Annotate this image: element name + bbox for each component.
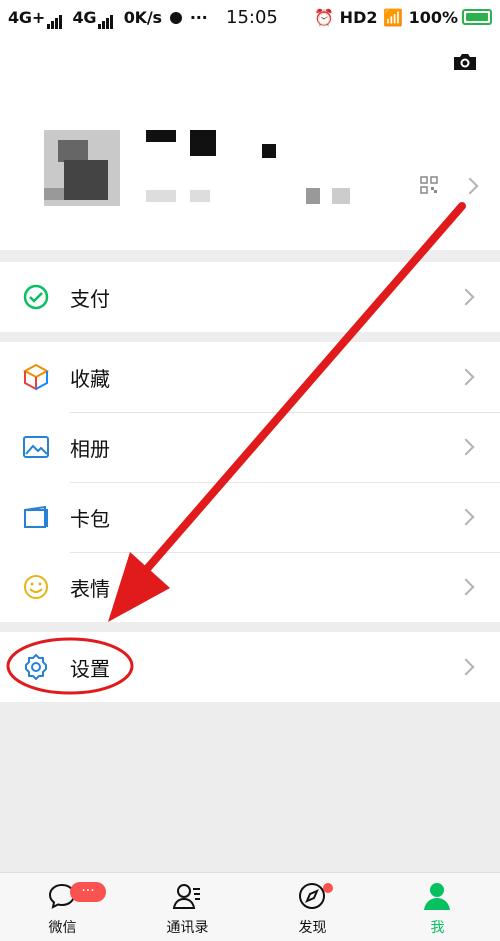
- pay-icon: [23, 284, 49, 310]
- chevron-right-icon: [457, 508, 475, 526]
- moon-icon: [169, 12, 182, 24]
- battery-icon: [462, 9, 492, 25]
- menu-item-label: 设置: [70, 657, 110, 681]
- album-icon: [23, 436, 49, 458]
- chevron-right-icon: [457, 368, 475, 386]
- network-type-1: 4G+: [8, 8, 46, 27]
- menu-item-label: 表情: [70, 577, 110, 601]
- favorites-cube-icon: [22, 363, 50, 391]
- menu-item-pay[interactable]: 支付: [0, 262, 500, 332]
- settings-group: 设置: [0, 632, 500, 702]
- signal-icon-1: [47, 10, 63, 29]
- clock: 15:05: [226, 7, 278, 28]
- tab-label: 通讯录: [166, 920, 209, 936]
- profile-chevron-icon[interactable]: [461, 177, 479, 195]
- more-dots: ···: [189, 8, 208, 27]
- bottom-tab-bar: ··· 微信 通讯录 发现 我: [0, 872, 500, 941]
- person-icon: [424, 883, 450, 910]
- network-type-2: 4G: [72, 8, 97, 27]
- menu-item-cards[interactable]: 卡包: [0, 482, 500, 552]
- notification-dot: [323, 883, 333, 893]
- contacts-icon: [172, 884, 200, 909]
- status-left: 4G+ 4G 0K/s ···: [8, 8, 208, 29]
- alarm-icon: ⏰: [314, 8, 335, 27]
- menu-item-label: 相册: [70, 437, 110, 461]
- status-bar: 4G+ 4G 0K/s ··· 15:05 ⏰ HD2 📶 100%: [0, 0, 500, 34]
- card-wallet-icon: [24, 505, 48, 528]
- tab-label: 微信: [48, 920, 77, 936]
- camera-icon[interactable]: [452, 52, 478, 72]
- tab-chats[interactable]: ··· 微信: [0, 873, 125, 941]
- battery-level: 100%: [408, 8, 458, 27]
- menu-item-album[interactable]: 相册: [0, 412, 500, 482]
- tab-label: 发现: [298, 920, 327, 936]
- tab-discover[interactable]: 发现: [250, 873, 375, 941]
- smiley-icon: [24, 575, 48, 599]
- avatar[interactable]: [44, 130, 120, 206]
- chevron-right-icon: [457, 658, 475, 676]
- menu-item-label: 卡包: [70, 507, 110, 531]
- tab-me[interactable]: 我: [375, 873, 500, 941]
- gear-icon: [25, 654, 47, 680]
- unread-badge: ···: [70, 882, 106, 902]
- main-group: 收藏 相册 卡包 表情: [0, 342, 500, 622]
- wifi-icon: 📶: [383, 8, 403, 27]
- network-speed: 0K/s: [123, 8, 162, 27]
- wechat-id-mosaic: [146, 186, 366, 206]
- qr-code-icon[interactable]: [420, 176, 438, 194]
- menu-item-stickers[interactable]: 表情: [0, 552, 500, 622]
- menu-item-favorites[interactable]: 收藏: [0, 342, 500, 412]
- chevron-right-icon: [457, 578, 475, 596]
- pay-group: 支付: [0, 262, 500, 332]
- menu-item-settings[interactable]: 设置: [0, 632, 500, 702]
- hd-indicator: HD2: [339, 8, 378, 27]
- chevron-right-icon: [457, 438, 475, 456]
- tab-contacts[interactable]: 通讯录: [125, 873, 250, 941]
- profile-header[interactable]: [0, 34, 500, 250]
- nickname-mosaic: [146, 130, 286, 160]
- signal-icon-2: [98, 10, 114, 29]
- menu-item-label: 支付: [70, 287, 110, 311]
- chevron-right-icon: [457, 288, 475, 306]
- tab-label: 我: [430, 920, 445, 936]
- menu-item-label: 收藏: [70, 367, 110, 391]
- status-right: ⏰ HD2 📶 100%: [314, 8, 492, 27]
